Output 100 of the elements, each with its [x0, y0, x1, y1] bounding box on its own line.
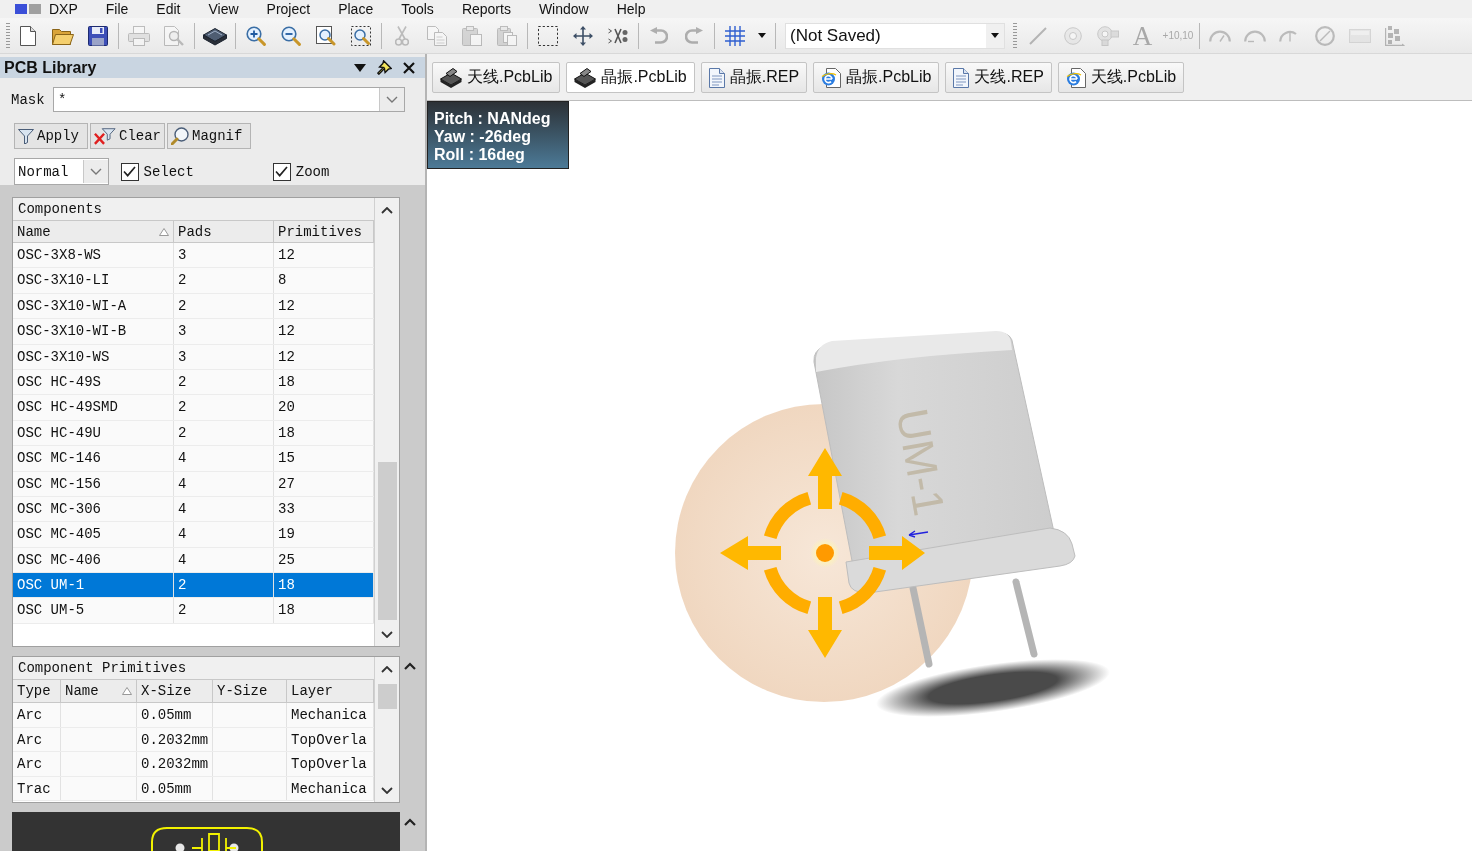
column-header[interactable]: X-Size — [137, 680, 213, 702]
menu-item[interactable]: Window — [524, 0, 603, 18]
select-area-icon[interactable] — [537, 25, 558, 46]
table-row[interactable]: OSC-3X10-WS 3 12 — [13, 344, 374, 370]
menu-item[interactable]: Edit — [142, 0, 195, 18]
table-cell: 33 — [274, 496, 374, 522]
checkbox-label[interactable]: Select — [143, 163, 194, 180]
chip-icon — [574, 67, 597, 88]
table-cell: OSC-3X10-WI-B — [13, 319, 174, 344]
document-tab[interactable]: 晶振.PcbLib — [566, 62, 695, 93]
menu-item[interactable]: View — [194, 0, 253, 18]
filter-button[interactable]: Magnif — [167, 123, 251, 149]
zoom-area-icon[interactable] — [350, 25, 371, 46]
menu-item[interactable]: Tools — [387, 0, 448, 18]
document-tab[interactable]: 天线.PcbLib — [432, 62, 561, 93]
close-icon[interactable] — [403, 61, 415, 74]
document-tab[interactable]: 晶振.REP — [700, 62, 808, 93]
scrollbar-thumb[interactable] — [377, 684, 397, 709]
view-mode-dropdown[interactable]: Normal — [14, 158, 109, 185]
column-header[interactable]: Y-Size — [213, 680, 287, 702]
table-cell: 18 — [274, 420, 374, 446]
table-row[interactable]: OSC-3X8-WS 3 12 — [13, 243, 374, 269]
dropdown-caret-icon[interactable] — [758, 33, 766, 38]
zoom-out-icon[interactable] — [280, 25, 301, 46]
table-row[interactable]: OSC MC-405 4 19 — [13, 522, 374, 548]
table-cell: 4 — [174, 547, 274, 573]
new-document-icon[interactable] — [19, 25, 36, 46]
toolbar-grip[interactable] — [1013, 22, 1017, 49]
pin-icon[interactable] — [377, 60, 392, 75]
table-cell: 3 — [174, 243, 274, 268]
menu-item[interactable]: File — [91, 0, 143, 18]
table-cell: 12 — [274, 243, 374, 268]
document-tab[interactable]: 晶振.PcbLib — [813, 62, 940, 93]
checkbox-label[interactable]: Zoom — [295, 163, 330, 180]
collapse-icon[interactable] — [404, 818, 416, 826]
checkbox[interactable] — [272, 162, 291, 181]
table-cell: 8 — [274, 268, 374, 293]
chip-icon — [440, 67, 462, 88]
table-row[interactable]: OSC MC-306 4 33 — [13, 496, 374, 523]
menu-item[interactable]: Place — [324, 0, 388, 18]
document-tab[interactable]: 天线.PcbLib — [1057, 62, 1185, 93]
open-folder-icon[interactable] — [51, 26, 74, 45]
table-cell: 2 — [174, 598, 274, 623]
column-header[interactable]: Type — [13, 680, 61, 702]
checkmark-icon — [275, 166, 289, 177]
table-row[interactable]: OSC-3X10-WI-A 2 12 — [13, 293, 374, 320]
table-cell: 12 — [274, 293, 374, 319]
table-cell: OSC UM-5 — [13, 598, 174, 623]
scrollbar-thumb[interactable] — [377, 462, 397, 620]
table-row[interactable]: OSC-3X10-WI-B 3 12 — [13, 319, 374, 345]
table-row[interactable]: OSC MC-156 4 27 — [13, 471, 374, 497]
mask-field[interactable]: * — [53, 87, 405, 112]
table-row[interactable]: OSC MC-146 4 15 — [13, 446, 374, 472]
zoom-fit-icon[interactable] — [315, 25, 336, 46]
column-header[interactable]: Layer — [287, 680, 374, 702]
table-cell: 2 — [174, 293, 274, 319]
grid-icon[interactable] — [724, 25, 745, 46]
document-icon — [953, 67, 970, 88]
table-cell: Arc — [13, 727, 61, 751]
table-row[interactable]: OSC MC-406 4 25 — [13, 547, 374, 574]
menu-item[interactable]: Project — [252, 0, 325, 18]
menu-item[interactable]: Help — [602, 0, 660, 18]
table-row[interactable]: OSC UM-5 2 18 — [13, 598, 374, 624]
scroll-down-icon[interactable] — [381, 630, 393, 638]
readout-line: Yaw : -26deg — [434, 128, 532, 146]
web-document-icon — [821, 67, 842, 88]
zoom-in-icon[interactable] — [245, 25, 266, 46]
column-header[interactable]: Pads — [174, 221, 274, 242]
board-layers-icon[interactable] — [202, 25, 227, 46]
document-tab[interactable]: 天线.REP — [945, 62, 1052, 93]
app-logo-icon[interactable] — [15, 4, 41, 14]
toolbar-grip[interactable] — [6, 22, 10, 49]
filter-button[interactable]: Clear — [90, 123, 165, 149]
filter-button[interactable]: Apply — [14, 123, 88, 149]
table-cell: 3 — [174, 319, 274, 344]
save-icon[interactable] — [87, 25, 108, 46]
scroll-up-icon[interactable] — [381, 665, 393, 673]
table-cell: 18 — [274, 369, 374, 395]
panel-menu-icon[interactable] — [354, 63, 366, 72]
table-row[interactable]: OSC HC-49S 2 18 — [13, 369, 374, 396]
table-row[interactable]: OSC UM-1 2 18 — [13, 573, 374, 599]
collapse-icon[interactable] — [404, 662, 416, 670]
move-icon[interactable] — [572, 25, 593, 46]
table-cell: 2 — [174, 369, 274, 395]
table-cell: 12 — [274, 319, 374, 344]
checkbox[interactable] — [120, 162, 139, 181]
menu-item[interactable]: Reports — [447, 0, 525, 18]
column-header[interactable]: Primitives — [274, 221, 374, 242]
table-row[interactable]: OSC HC-49SMD 2 20 — [13, 395, 374, 421]
table-row[interactable]: OSC HC-49U 2 18 — [13, 420, 374, 447]
layer-dropdown[interactable]: (Not Saved) — [785, 22, 1005, 49]
scroll-down-icon[interactable] — [381, 786, 393, 794]
dropdown-caret-icon — [991, 33, 999, 38]
scroll-up-icon[interactable] — [381, 206, 393, 214]
table-cell: 4 — [174, 496, 274, 522]
column-header[interactable]: Name — [13, 221, 174, 242]
menu-item[interactable]: DXP — [49, 0, 92, 18]
chevron-down-icon — [386, 96, 398, 103]
column-header[interactable]: Name — [61, 680, 137, 702]
table-row[interactable]: OSC-3X10-LI 2 8 — [13, 268, 374, 294]
